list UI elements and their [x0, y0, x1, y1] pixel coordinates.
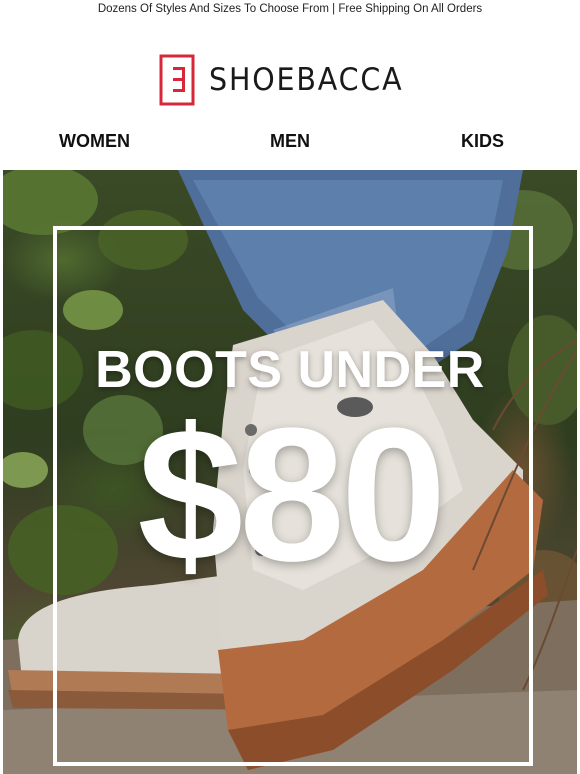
nav-item-men[interactable]: MEN — [270, 128, 310, 154]
shoebacca-logo-icon — [159, 54, 195, 106]
brand-name: SHOEBACCA — [209, 62, 404, 98]
hero-price: $80 — [137, 389, 446, 601]
promo-bar: Dozens Of Styles And Sizes To Choose Fro… — [0, 0, 580, 18]
brand-logo[interactable]: SHOEBACCA — [0, 52, 580, 108]
promo-text: Dozens Of Styles And Sizes To Choose Fro… — [97, 3, 483, 15]
nav-item-kids[interactable]: KIDS — [461, 128, 504, 154]
main-nav: WOMEN MEN KIDS — [0, 128, 580, 154]
hero-banner[interactable]: BOOTS UNDER $80 — [3, 170, 577, 774]
nav-item-women[interactable]: WOMEN — [59, 128, 130, 154]
